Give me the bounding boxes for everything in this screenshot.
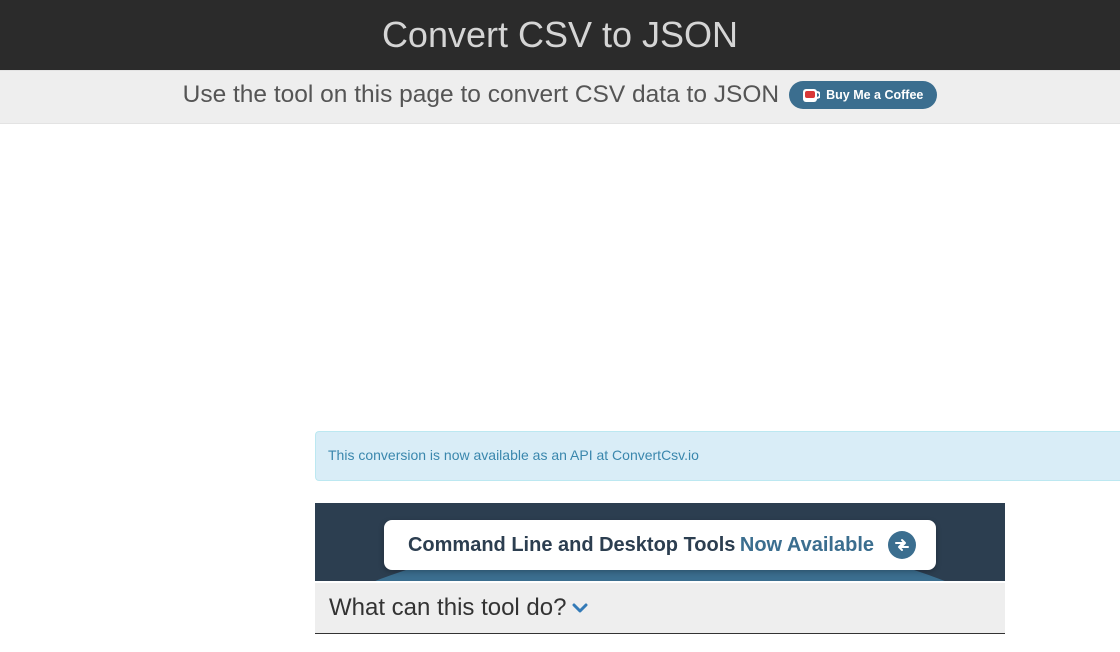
api-info-text: This conversion is now available as an A… bbox=[328, 447, 612, 463]
ad-space bbox=[0, 124, 1120, 431]
header-bar: Convert CSV to JSON bbox=[0, 0, 1120, 70]
chevron-down-icon bbox=[572, 602, 588, 614]
subtitle-bar: Use the tool on this page to convert CSV… bbox=[0, 70, 1120, 124]
buy-coffee-button[interactable]: Buy Me a Coffee bbox=[789, 81, 937, 109]
coffee-cup-icon bbox=[803, 89, 820, 102]
page-title: Convert CSV to JSON bbox=[382, 14, 738, 56]
subtitle-text: Use the tool on this page to convert CSV… bbox=[183, 81, 780, 109]
buy-coffee-label: Buy Me a Coffee bbox=[826, 88, 923, 102]
swap-arrows-icon bbox=[888, 531, 916, 559]
promo-primary-text: Command Line and Desktop Tools bbox=[408, 534, 735, 556]
promo-banner: Command Line and Desktop Tools Now Avail… bbox=[315, 503, 1005, 581]
promo-secondary-text: Now Available bbox=[740, 534, 874, 556]
section-title: What can this tool do? bbox=[329, 594, 566, 622]
api-info-link[interactable]: ConvertCsv.io bbox=[612, 447, 699, 463]
section-toggle-what-can-do[interactable]: What can this tool do? bbox=[315, 583, 1005, 634]
api-info-alert: This conversion is now available as an A… bbox=[315, 431, 1120, 481]
promo-link[interactable]: Command Line and Desktop Tools Now Avail… bbox=[384, 520, 936, 570]
